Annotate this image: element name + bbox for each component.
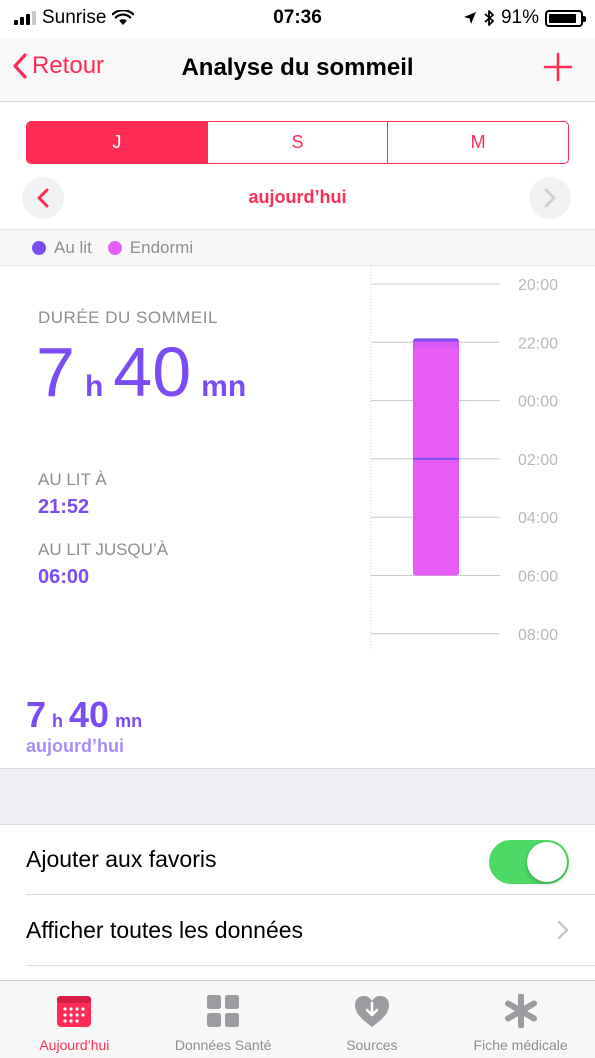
battery-fill [549,13,577,23]
in-bed-at-label: AU LIT À [38,470,107,489]
duration-minutes: 40 [113,333,192,411]
y-tick-label: 20:00 [518,277,558,294]
segment-day[interactable]: J [27,122,207,163]
bar-asleep-top [413,341,459,349]
total-minutes: 40 [69,694,110,735]
tab-sources[interactable]: Sources [298,981,447,1058]
status-bar: Sunrise 07:36 91% [0,0,595,38]
calendar-icon [54,991,94,1031]
duration-hours: 7 [36,333,75,411]
row-divider [26,965,595,966]
sleep-chart-area: DURÉE DU SOMMEIL 7 h 40 mn AU LIT À 21:5… [0,266,595,686]
legend-dot-asleep [107,240,122,255]
segment-week[interactable]: S [206,122,388,163]
favorites-toggle[interactable] [489,840,569,884]
plus-icon [543,52,573,82]
legend-label-asleep: Endormi [129,237,194,257]
legend-dot-in-bed [32,240,46,255]
tab-medical-id-label: Fiche médicale [473,1037,568,1053]
date-label: aujourd’hui [248,187,347,207]
favorites-label: Ajouter aux favoris [26,846,217,872]
y-tick-label: 04:00 [518,510,558,527]
duration-hours-unit: h [84,370,104,403]
tab-sources-label: Sources [346,1037,398,1053]
navigation-bar: Retour Analyse du sommeil [0,38,595,102]
chart-legend: Au lit Endormi [0,229,595,266]
y-tick-label: 02:00 [518,452,558,469]
tab-bar: Aujourd’hui Données Santé Sources Fiche … [0,980,595,1058]
in-bed-until-label: AU LIT JUSQU’À [38,540,169,559]
tab-today[interactable]: Aujourd’hui [0,981,149,1058]
y-tick-label: 22:00 [518,335,558,352]
grid-icon [203,991,243,1031]
segment-month[interactable]: M [387,122,568,163]
page-title: Analyse du sommeil [181,54,414,81]
chevron-right-icon [557,920,569,940]
total-hours: 7 [26,694,47,735]
legend-item-asleep: Endormi [107,237,194,258]
chevron-right-icon [544,188,556,208]
next-date-button[interactable] [529,177,571,219]
location-arrow-icon [463,12,476,24]
y-tick-label: 06:00 [518,569,558,586]
sleep-plot: 20:00 22:00 00:00 02:00 04:00 06:00 08:00 [370,266,558,651]
row-divider [26,894,595,895]
legend-item-in-bed: Au lit [32,238,92,258]
show-all-data-label: Afficher toutes les données [26,917,304,943]
sleep-duration-title: DURÉE DU SOMMEIL [38,308,218,327]
toggle-knob [527,842,567,882]
show-all-data-row[interactable]: Afficher toutes les données [0,896,595,966]
date-navigator: aujourd’hui [0,177,595,219]
tab-medical-id[interactable]: Fiche médicale [446,981,595,1058]
battery-icon [545,9,586,27]
in-bed-until-value: 06:00 [38,566,90,588]
bluetooth-icon [484,10,494,26]
bar-asleep [413,347,459,576]
y-tick-label: 00:00 [518,394,558,411]
total-summary: 7 h 40 mn aujourd’hui [26,694,142,757]
total-hours-unit: h [52,711,64,731]
add-button[interactable] [543,52,573,87]
favorites-row: Ajouter aux favoris [0,825,595,895]
total-duration: 7 h 40 mn [26,694,142,736]
legend-label-in-bed: Au lit [54,237,92,257]
status-right: 91% [463,7,586,29]
y-tick-label: 08:00 [518,627,558,644]
tab-health-data-label: Données Santé [174,1037,272,1053]
section-separator [0,768,595,825]
total-date-label: aujourd’hui [26,736,124,756]
total-minutes-unit: mn [115,711,143,731]
period-segmented-control: J S M [26,121,569,164]
asterisk-icon [501,991,541,1031]
sleep-duration-value: 7 h 40 mn [36,332,246,412]
duration-minutes-unit: mn [201,370,247,403]
tab-today-label: Aujourd’hui [39,1037,110,1053]
in-bed-at-value: 21:52 [38,496,90,518]
heart-download-icon [352,991,392,1031]
tab-health-data[interactable]: Données Santé [149,981,298,1058]
battery-percent: 91% [500,7,539,28]
